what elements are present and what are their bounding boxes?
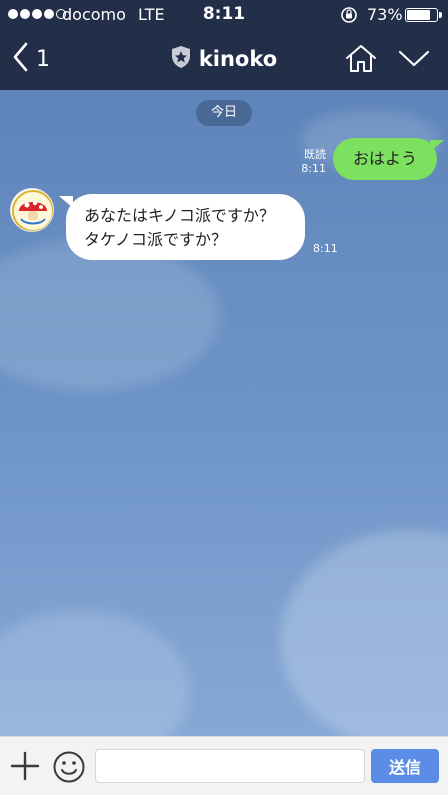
official-badge-icon [171, 45, 191, 73]
send-button[interactable]: 送信 [371, 749, 439, 783]
received-message-line: タケノコ派ですか？ [84, 230, 228, 249]
add-attachment-button[interactable] [10, 751, 40, 785]
read-receipt: 既読 [304, 148, 326, 161]
sent-message-bubble[interactable]: おはよう [333, 138, 445, 180]
avatar[interactable] [10, 188, 54, 232]
home-icon [344, 45, 378, 77]
received-message-line: あなたはキノコ派ですか？ [84, 206, 275, 225]
received-message-bubble[interactable]: あなたはキノコ派ですか？ タケノコ派ですか？ [59, 194, 305, 260]
chat-title-group[interactable]: kinoko [0, 45, 448, 73]
sent-time: 8:11 [301, 162, 326, 175]
chevron-down-icon [398, 50, 430, 72]
header: docomo LTE 8:11 73% 1 kinoko [0, 0, 448, 90]
battery-percent: 73% [367, 5, 403, 24]
sent-message-meta: 既読 8:11 [301, 148, 326, 176]
chat-area[interactable]: 今日 既読 8:11 おはよう あなたはキノコ派ですか？ タケノコ派ですか？ 8… [0, 90, 448, 736]
plus-icon [10, 751, 40, 785]
message-input-bar: 送信 [0, 736, 448, 795]
rotation-lock-icon [340, 6, 358, 28]
chat-title: kinoko [198, 47, 278, 71]
menu-toggle-button[interactable] [398, 50, 430, 72]
avatar-mushroom-icon [11, 190, 53, 231]
home-button[interactable] [344, 43, 378, 77]
battery-icon [405, 8, 442, 22]
emoji-icon [52, 751, 86, 788]
chat-navbar: 1 kinoko [0, 30, 448, 90]
battery-level [407, 10, 430, 20]
emoji-button[interactable] [52, 750, 86, 788]
received-time: 8:11 [313, 242, 338, 255]
date-separator: 今日 [196, 100, 252, 126]
status-bar: docomo LTE 8:11 73% [0, 0, 448, 30]
message-input[interactable] [95, 749, 365, 783]
